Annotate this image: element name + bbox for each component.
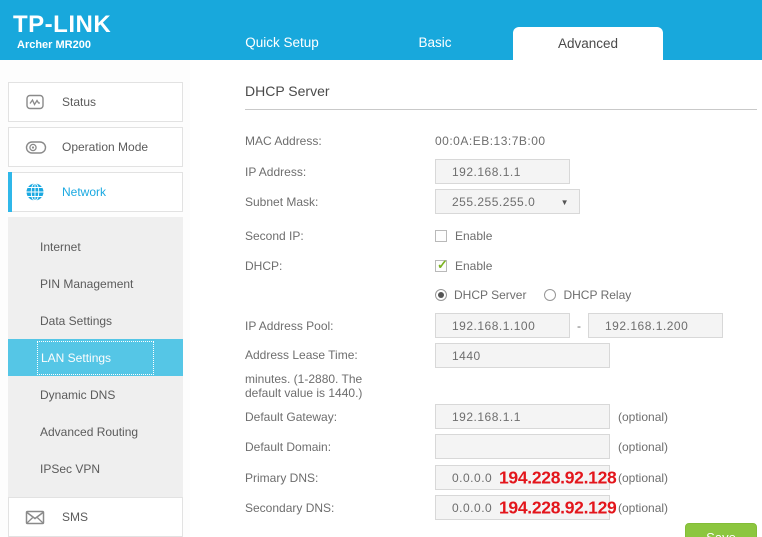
sidebar-item-label: SMS	[62, 510, 89, 524]
subnet-mask-select[interactable]: 255.255.255.0 ▼	[435, 189, 580, 214]
tab-basic[interactable]: Basic	[360, 27, 510, 59]
submenu-item-label: IPSec VPN	[40, 461, 101, 476]
default-domain-input[interactable]	[435, 434, 610, 459]
sidebar-item-sms[interactable]: SMS	[8, 497, 183, 537]
dropdown-arrow-icon: ▼	[560, 198, 569, 207]
dhcp-enable-row: DHCP: Enable	[245, 257, 757, 273]
lease-time-note: minutes. (1-2880. The default value is 1…	[245, 372, 363, 400]
ip-address-pool-row: IP Address Pool: -	[245, 313, 757, 338]
status-icon	[25, 92, 47, 112]
sidebar-item-label: Operation Mode	[62, 140, 149, 154]
secondary-dns-input[interactable]	[435, 495, 610, 520]
tab-advanced[interactable]: Advanced	[513, 27, 663, 60]
dhcp-label: DHCP:	[245, 259, 283, 273]
submenu-item-advanced-routing[interactable]: Advanced Routing	[8, 413, 183, 450]
mac-address-value: 00:0A:EB:13:7B:00	[435, 134, 546, 148]
submenu-item-label: Data Settings	[40, 313, 113, 328]
second-ip-checkbox[interactable]	[435, 230, 447, 242]
lease-time-input[interactable]	[435, 343, 610, 368]
lease-time-label-stack: Address Lease Time: minutes. (1-2880. Th…	[245, 343, 435, 400]
dhcp-mode-row: DHCP Server DHCP Relay	[245, 288, 757, 302]
subnet-mask-label: Subnet Mask:	[245, 194, 319, 209]
primary-dns-row: Primary DNS: (optional) 194.228.92.128	[245, 465, 757, 490]
secondary-dns-label: Secondary DNS:	[245, 500, 335, 515]
mac-address-label: MAC Address:	[245, 134, 322, 148]
submenu-item-label: LAN Settings	[37, 340, 155, 375]
lease-time-row: Address Lease Time: minutes. (1-2880. Th…	[245, 343, 757, 400]
primary-dns-field-wrap: (optional) 194.228.92.128	[435, 465, 668, 490]
dhcp-relay-radio[interactable]	[544, 289, 557, 301]
secondary-dns-row: Secondary DNS: (optional) 194.228.92.129	[245, 495, 757, 520]
router-model: Archer MR200	[17, 39, 91, 51]
dhcp-relay-radio-label: DHCP Relay	[563, 288, 632, 302]
domain-optional-hint: (optional)	[618, 439, 669, 454]
submenu-item-ipsec-vpn[interactable]: IPSec VPN	[8, 450, 183, 487]
save-row: Save	[245, 523, 757, 537]
submenu-item-label: Advanced Routing	[40, 424, 139, 439]
tab-quick-setup[interactable]: Quick Setup	[207, 27, 357, 59]
page-title: DHCP Server	[245, 83, 330, 99]
subnet-mask-row: Subnet Mask: 255.255.255.0 ▼	[245, 189, 757, 214]
lease-time-label: Address Lease Time:	[245, 348, 358, 362]
second-ip-label: Second IP:	[245, 229, 304, 243]
submenu-item-data-settings[interactable]: Data Settings	[8, 302, 183, 339]
secondary-dns-optional-hint: (optional)	[618, 500, 669, 515]
submenu-item-internet[interactable]: Internet	[8, 228, 183, 265]
sidebar-item-label: Network	[62, 185, 107, 199]
default-gateway-input[interactable]	[435, 404, 610, 429]
ip-address-row: IP Address:	[245, 159, 757, 184]
subnet-mask-selected-value: 255.255.255.0	[452, 194, 536, 209]
primary-dns-optional-hint: (optional)	[618, 470, 669, 485]
mac-address-row: MAC Address: 00:0A:EB:13:7B:00	[245, 134, 757, 148]
second-ip-enable-label: Enable	[455, 229, 493, 243]
header: TP-LINK Archer MR200 Quick Setup Basic A…	[0, 0, 762, 60]
tplink-logo: TP-LINK	[13, 11, 112, 38]
title-divider	[245, 109, 757, 110]
default-domain-row: Default Domain: (optional)	[245, 434, 757, 459]
router-admin-page: TP-LINK Archer MR200 Quick Setup Basic A…	[0, 0, 762, 537]
default-domain-label: Default Domain:	[245, 439, 332, 454]
default-gateway-label: Default Gateway:	[245, 409, 338, 424]
default-gateway-row: Default Gateway: (optional)	[245, 404, 757, 429]
ip-address-pool-label: IP Address Pool:	[245, 318, 334, 333]
submenu-item-pin-management[interactable]: PIN Management	[8, 265, 183, 302]
sidebar-item-status[interactable]: Status	[8, 82, 183, 122]
dhcp-server-radio-label: DHCP Server	[454, 288, 527, 302]
globe-icon	[25, 182, 47, 202]
sidebar: Status Operation Mode Network Internet P…	[0, 60, 190, 537]
sidebar-item-network[interactable]: Network	[8, 172, 183, 212]
operation-mode-icon	[25, 137, 47, 157]
pool-range-separator: -	[577, 318, 581, 333]
sidebar-item-operation-mode[interactable]: Operation Mode	[8, 127, 183, 167]
envelope-icon	[25, 507, 47, 527]
gateway-optional-hint: (optional)	[618, 409, 669, 424]
sidebar-item-label: Status	[62, 95, 97, 109]
submenu-item-label: PIN Management	[40, 276, 134, 291]
submenu-item-label: Internet	[40, 239, 81, 254]
submenu-item-label: Dynamic DNS	[40, 387, 116, 402]
primary-dns-label: Primary DNS:	[245, 470, 319, 485]
secondary-dns-field-wrap: (optional) 194.228.92.129	[435, 495, 668, 520]
second-ip-row: Second IP: Enable	[245, 229, 757, 243]
dhcp-server-panel: DHCP Server MAC Address: 00:0A:EB:13:7B:…	[190, 60, 762, 537]
submenu-item-lan-settings[interactable]: LAN Settings	[8, 339, 183, 376]
dhcp-enable-label: Enable	[455, 259, 493, 273]
primary-dns-input[interactable]	[435, 465, 610, 490]
network-submenu: Internet PIN Management Data Settings LA…	[8, 217, 183, 497]
submenu-item-dynamic-dns[interactable]: Dynamic DNS	[8, 376, 183, 413]
ip-address-input[interactable]	[435, 159, 570, 184]
pool-end-input[interactable]	[588, 313, 723, 338]
dhcp-enable-checkbox[interactable]	[435, 257, 448, 273]
save-button[interactable]: Save	[685, 523, 757, 537]
pool-start-input[interactable]	[435, 313, 570, 338]
top-tabs: Quick Setup Basic Advanced	[207, 27, 666, 60]
ip-address-label: IP Address:	[245, 164, 307, 179]
dhcp-server-radio[interactable]	[435, 289, 447, 301]
